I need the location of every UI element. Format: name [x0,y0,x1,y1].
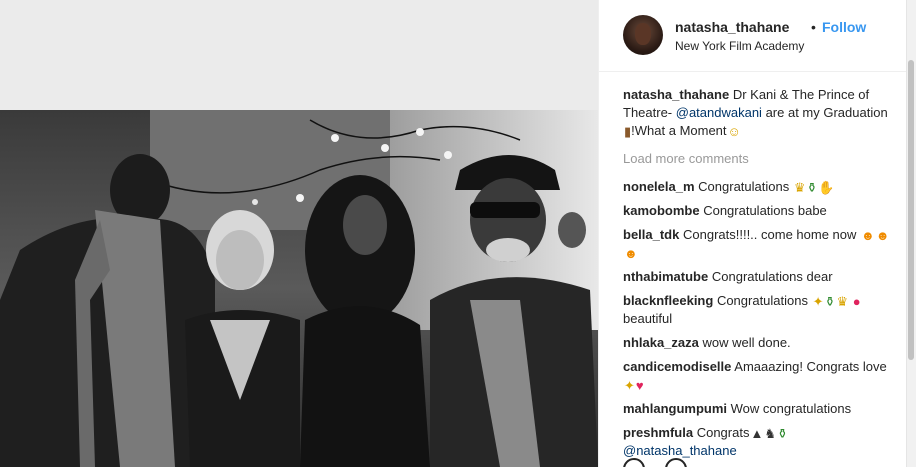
post-photo-area [0,0,598,467]
comment-text-2: beautiful [623,311,673,326]
caption-username[interactable]: natasha_thahane [623,87,729,102]
comments-list: natasha_thahane Dr Kani & The Prince of … [623,86,893,466]
comment-text: Congrats [696,425,750,440]
caption-text-3: !What a Moment [631,123,727,138]
graduation-cap-emoji-icon: ▲ [750,426,764,441]
comment-text: Congratulations babe [703,203,827,218]
post-caption: natasha_thahane Dr Kani & The Prince of … [623,86,893,140]
post-header: natasha_thahane • Follow New York Film A… [599,0,907,72]
wink-emoji-icon: ☻ [624,246,638,261]
heart-emoji-icon: ♥ [635,378,644,393]
comment-username[interactable]: nthabimatube [623,269,708,284]
follow-button[interactable]: Follow [822,19,866,35]
balloon-emoji-icon: ● [852,294,861,309]
heart-icon[interactable] [623,458,645,467]
crown-emoji-icon: ♛ [793,180,806,195]
comment-item: nhlaka_zaza wow well done. [623,334,893,352]
party-popper-emoji-icon: ✦ [812,294,824,309]
comment-item: bella_tdk Congrats!!!!.. come home now ☻… [623,226,893,262]
profile-avatar[interactable] [623,15,663,55]
comment-mention[interactable]: @natasha_thahane [623,443,737,458]
caption-text-2: are at my Graduation [761,105,888,120]
comment-item: nonelela_m Congratulations ♛⚱✋ [623,178,893,196]
comment-text: Amaaazing! Congrats love [734,359,887,374]
comment-username[interactable]: bella_tdk [623,227,679,242]
post-username[interactable]: natasha_thahane [675,19,789,35]
comment-item: mahlangumpumi Wow congratulations [623,400,893,418]
comment-text: Wow congratulations [730,401,852,416]
comment-text: Congratulations [698,179,790,194]
post-side-panel: natasha_thahane • Follow New York Film A… [598,0,916,467]
post-location[interactable]: New York Film Academy [675,39,804,53]
comment-username[interactable]: nonelela_m [623,179,695,194]
comment-item: blacknfleeking Congratulations ✦⚱♛ ● bea… [623,292,893,328]
comment-username[interactable]: preshmfula [623,425,693,440]
comments-scrollbar[interactable] [906,0,916,467]
caption-mention[interactable]: @atandwakani [676,105,762,120]
comment-text: wow well done. [702,335,791,350]
woman-emoji-icon: ♞ [764,426,776,441]
comment-username[interactable]: mahlangumpumi [623,401,727,416]
scrollbar-thumb[interactable] [908,60,914,360]
party-popper-emoji-icon: ✦ [624,378,635,393]
comment-icon[interactable] [665,458,688,467]
champagne-emoji-icon: ⚱ [776,426,788,441]
post-actions [623,458,703,467]
comment-username[interactable]: nhlaka_zaza [623,335,699,350]
comment-text: Congrats!!!!.. come home now [682,227,857,242]
comment-text: Congratulations [716,293,808,308]
comment-text: Congratulations dear [711,269,833,284]
wink-emoji-icon: ☻ [861,228,875,243]
comment-username[interactable]: blacknfleeking [623,293,713,308]
raised-hands-emoji-icon: ✋ [818,180,835,195]
champagne-emoji-icon: ⚱ [806,180,818,195]
comment-item: kamobombe Congratulations babe [623,202,893,220]
post-photo[interactable] [0,110,598,467]
crying-face-emoji-icon: ☺ [727,124,741,139]
load-more-comments-link[interactable]: Load more comments [623,150,893,168]
crown-emoji-icon: ♛ [836,294,849,309]
comment-item: nthabimatube Congratulations dear [623,268,893,286]
separator-dot: • [811,19,816,35]
comment-item: candicemodiselle Amaaazing! Congrats lov… [623,358,893,394]
comment-username[interactable]: kamobombe [623,203,700,218]
champagne-emoji-icon: ⚱ [824,294,836,309]
wink-emoji-icon: ☻ [875,228,890,243]
comment-username[interactable]: candicemodiselle [623,359,731,374]
comment-item: preshmfula Congrats▲♞⚱ @natasha_thahane [623,424,893,460]
